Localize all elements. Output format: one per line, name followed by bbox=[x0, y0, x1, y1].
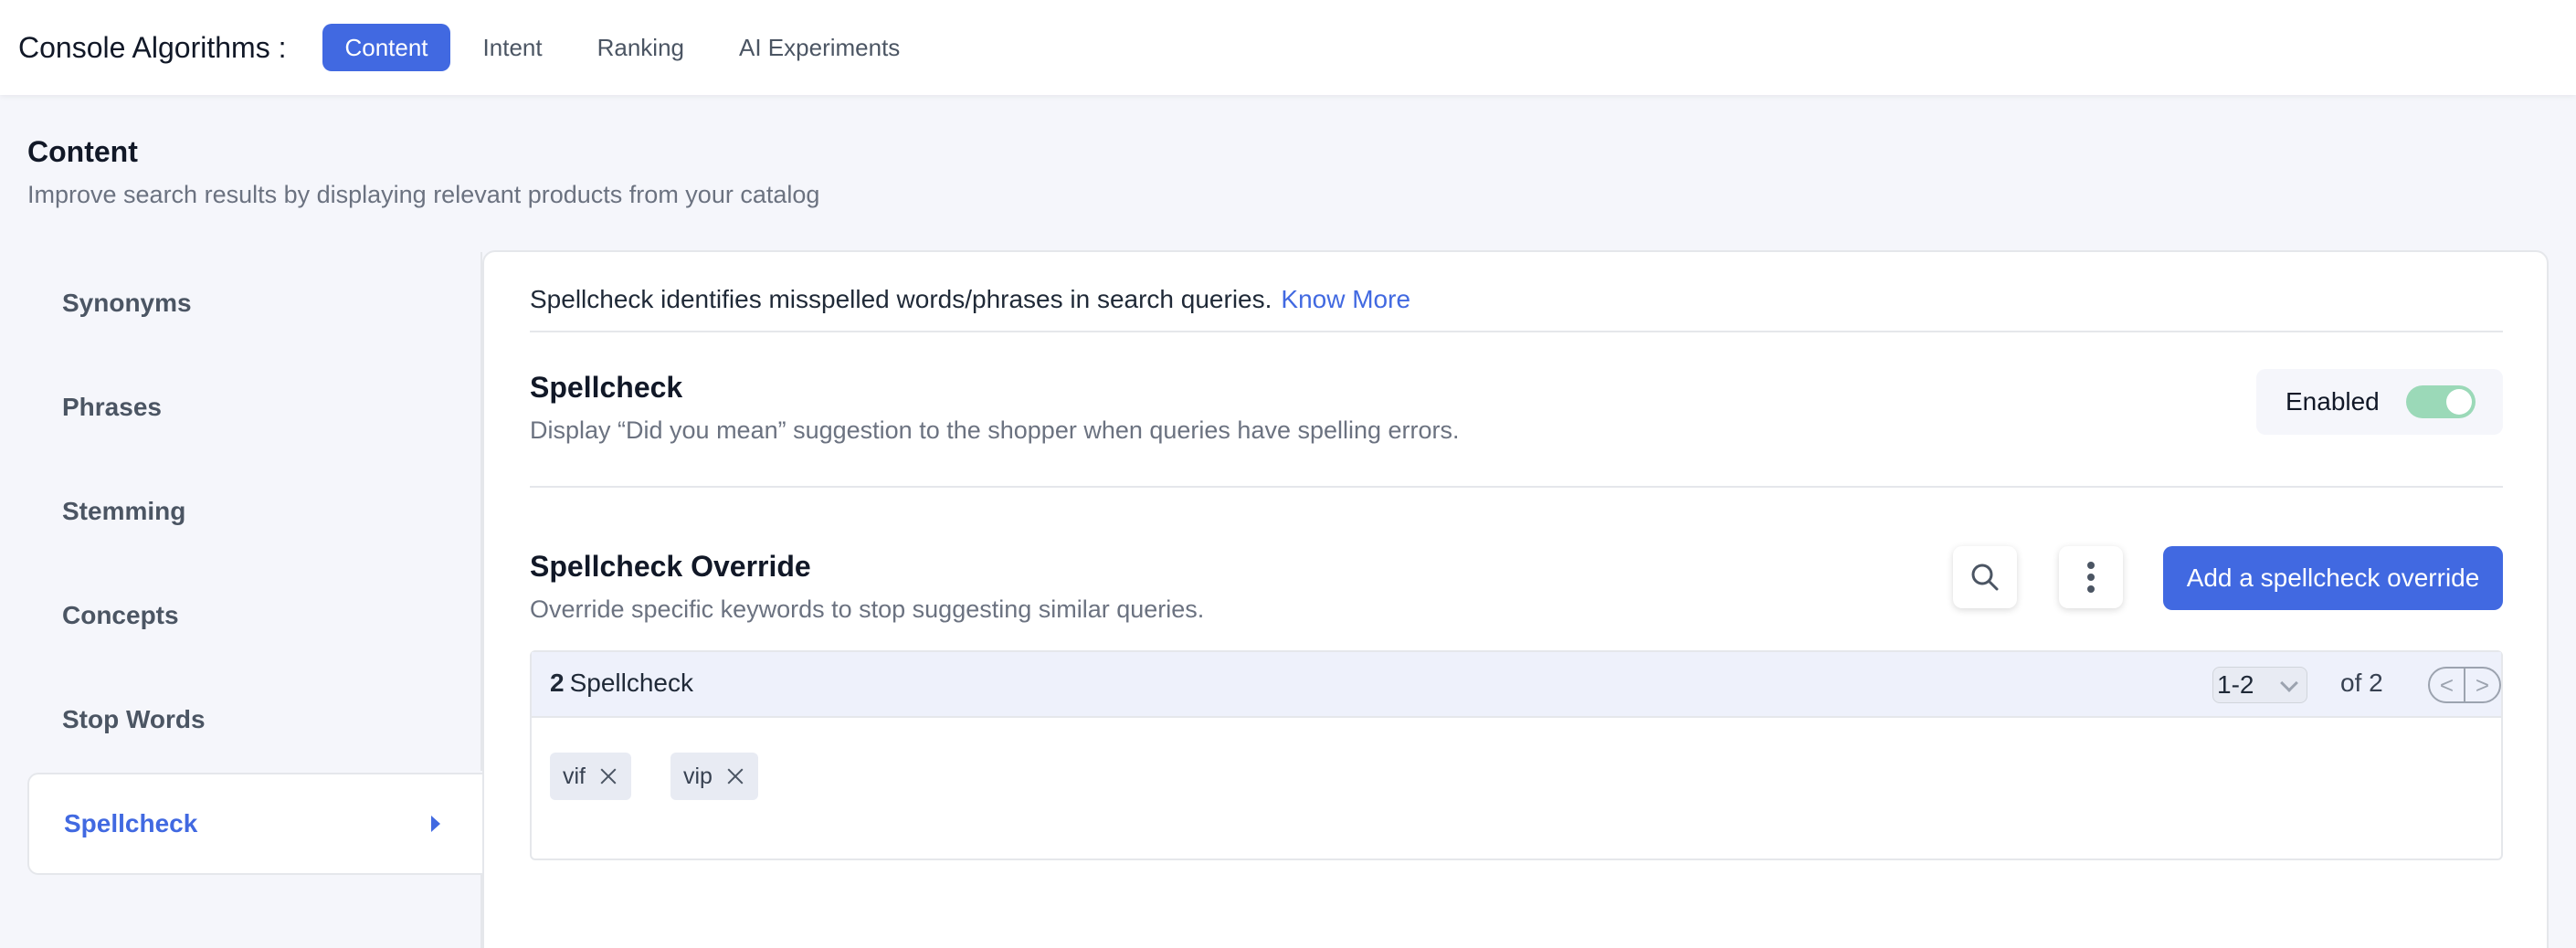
override-description: Override specific keywords to stop sugge… bbox=[530, 595, 1205, 623]
sidebar-item-phrases[interactable]: Phrases bbox=[27, 356, 482, 458]
page-title: Content bbox=[27, 135, 138, 168]
sidebar-item-spellcheck[interactable]: Spellcheck bbox=[27, 773, 484, 875]
sidebar-item-synonyms[interactable]: Synonyms bbox=[27, 252, 482, 354]
total-count: of 2 bbox=[2340, 669, 2383, 697]
divider bbox=[530, 331, 2503, 332]
app-title: Console Algorithms : bbox=[18, 30, 287, 64]
sidebar-item-label: Concepts bbox=[62, 601, 179, 629]
sidebar-item-label: Synonyms bbox=[62, 289, 192, 317]
count-number: 2 bbox=[550, 669, 565, 697]
page-range-select[interactable]: 1-2 bbox=[2212, 667, 2307, 703]
tab-ranking[interactable]: Ranking bbox=[575, 24, 706, 71]
divider bbox=[530, 486, 2503, 488]
spellcheck-status-box: Enabled bbox=[2256, 369, 2503, 435]
tab-ai-experiments[interactable]: AI Experiments bbox=[717, 24, 922, 71]
more-vertical-icon bbox=[2087, 562, 2095, 593]
sidebar-item-stop-words[interactable]: Stop Words bbox=[27, 669, 482, 771]
override-title: Spellcheck Override bbox=[530, 550, 811, 583]
intro-description: Spellcheck identifies misspelled words/p… bbox=[530, 285, 1272, 313]
search-icon bbox=[1971, 564, 1999, 591]
top-navigation-bar: Console Algorithms : Content Intent Rank… bbox=[0, 0, 2576, 95]
remove-icon[interactable] bbox=[725, 766, 745, 786]
next-page-button[interactable]: > bbox=[2465, 669, 2499, 701]
search-button[interactable] bbox=[1953, 546, 2017, 608]
more-options-button[interactable] bbox=[2059, 546, 2123, 608]
spellcheck-description: Display “Did you mean” suggestion to the… bbox=[530, 416, 1460, 444]
spellcheck-title: Spellcheck bbox=[530, 371, 683, 404]
override-table: 2 Spellcheck 1-2 of 2 < > vif vip bbox=[530, 650, 2503, 860]
know-more-link[interactable]: Know More bbox=[1281, 285, 1410, 313]
tab-content[interactable]: Content bbox=[322, 24, 450, 71]
range-value: 1-2 bbox=[2217, 670, 2254, 699]
sidebar-item-label: Phrases bbox=[62, 393, 162, 421]
sidebar-item-stemming[interactable]: Stemming bbox=[27, 460, 482, 563]
sidebar: Synonyms Phrases Stemming Concepts Stop … bbox=[27, 252, 484, 948]
chip-label: vif bbox=[563, 763, 586, 789]
caret-right-icon bbox=[431, 816, 440, 832]
override-chip: vip bbox=[670, 753, 758, 800]
add-spellcheck-override-button[interactable]: Add a spellcheck override bbox=[2163, 546, 2503, 610]
prev-page-button[interactable]: < bbox=[2430, 669, 2465, 701]
tab-intent[interactable]: Intent bbox=[461, 24, 565, 71]
spellcheck-toggle[interactable] bbox=[2406, 385, 2476, 418]
chip-label: vip bbox=[683, 763, 713, 789]
result-count: 2 Spellcheck bbox=[550, 669, 693, 698]
override-chip: vif bbox=[550, 753, 631, 800]
toggle-knob bbox=[2446, 389, 2472, 415]
enabled-label: Enabled bbox=[2286, 387, 2380, 416]
intro-text: Spellcheck identifies misspelled words/p… bbox=[530, 285, 1410, 314]
table-header: 2 Spellcheck 1-2 of 2 < > bbox=[532, 652, 2501, 718]
remove-icon[interactable] bbox=[598, 766, 618, 786]
sidebar-item-label: Spellcheck bbox=[64, 809, 198, 837]
pagination: < > bbox=[2428, 667, 2501, 703]
count-label: Spellcheck bbox=[569, 669, 693, 697]
sidebar-item-concepts[interactable]: Concepts bbox=[27, 564, 482, 667]
page-subtitle: Improve search results by displaying rel… bbox=[27, 181, 820, 208]
chevron-down-icon bbox=[2280, 674, 2298, 692]
sidebar-item-label: Stemming bbox=[62, 497, 186, 525]
sidebar-item-label: Stop Words bbox=[62, 705, 206, 733]
spellcheck-panel: Spellcheck identifies misspelled words/p… bbox=[482, 250, 2549, 948]
